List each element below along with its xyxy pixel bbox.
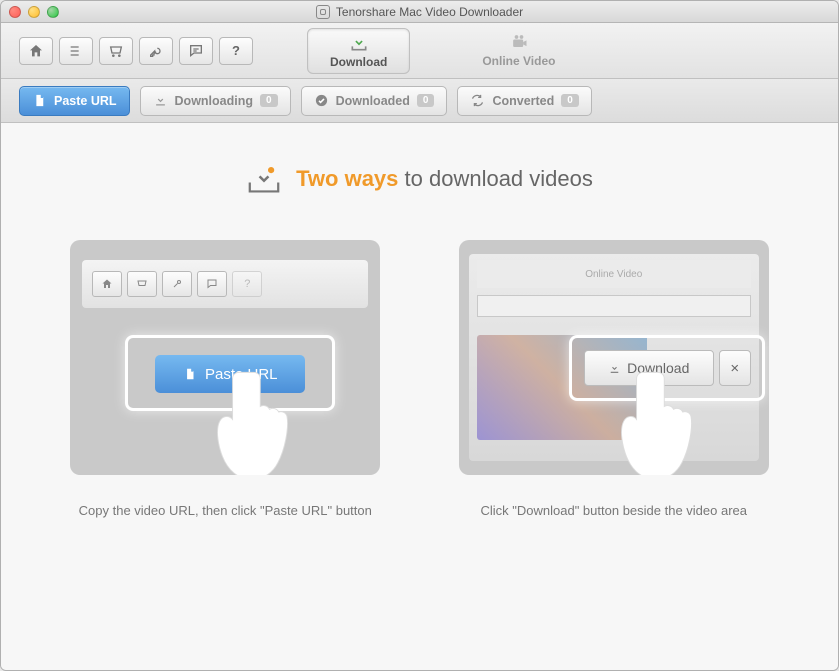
home-icon: [28, 43, 44, 59]
cards-row: ? Paste URL Copy the video URL, then cli…: [61, 240, 778, 518]
download-tab-icon: [348, 33, 370, 53]
toolbar: ? Download Online Video: [1, 23, 838, 79]
hand-pointer-icon: [210, 365, 305, 475]
headline-area: Two ways to download videos: [61, 163, 778, 195]
card-right-column: Online Video Download ×: [450, 240, 779, 518]
content-area: Two ways to download videos ?: [1, 123, 838, 671]
camera-icon: [508, 32, 530, 52]
downloading-count: 0: [260, 94, 278, 107]
mini-key-icon: [162, 271, 192, 297]
card-left-column: ? Paste URL Copy the video URL, then cli…: [61, 240, 390, 518]
feedback-button[interactable]: [179, 37, 213, 65]
card-right-header-label: Online Video: [585, 269, 642, 280]
illustration-close-chip: ×: [719, 350, 751, 386]
cart-icon: [108, 43, 124, 59]
mini-help-icon: ?: [232, 271, 262, 297]
main-tabs: Download Online Video: [307, 28, 577, 74]
window-title: Tenorshare Mac Video Downloader: [336, 5, 523, 19]
paste-chip-icon: [183, 367, 197, 381]
downloading-label: Downloading: [175, 94, 253, 108]
help-button[interactable]: ?: [219, 37, 253, 65]
mini-home-icon: [92, 271, 122, 297]
convert-icon: [470, 93, 485, 108]
converted-filter[interactable]: Converted 0: [457, 86, 591, 116]
title-wrap: Tenorshare Mac Video Downloader: [1, 5, 838, 19]
list-button[interactable]: [59, 37, 93, 65]
card-right-caption: Click "Download" button beside the video…: [481, 503, 748, 518]
paste-url-button[interactable]: Paste URL: [19, 86, 130, 116]
filter-bar: Paste URL Downloading 0 Downloaded 0 Con…: [1, 79, 838, 123]
headline-orange: Two ways: [296, 166, 398, 191]
card-left-caption: Copy the video URL, then click "Paste UR…: [79, 503, 372, 518]
paste-icon: [32, 93, 47, 108]
close-x: ×: [730, 360, 739, 377]
tab-download[interactable]: Download: [307, 28, 410, 74]
downloaded-filter[interactable]: Downloaded 0: [301, 86, 448, 116]
downloaded-label: Downloaded: [336, 94, 410, 108]
downloading-filter[interactable]: Downloading 0: [140, 86, 291, 116]
app-window: Tenorshare Mac Video Downloader ?: [0, 0, 839, 671]
card-paste-url: ? Paste URL: [70, 240, 380, 475]
cart-button[interactable]: [99, 37, 133, 65]
converted-count: 0: [561, 94, 579, 107]
app-logo-icon: [316, 5, 330, 19]
headline-text: Two ways to download videos: [296, 166, 593, 192]
traffic-lights: [9, 6, 59, 18]
downloaded-count: 0: [417, 94, 435, 107]
converted-label: Converted: [492, 94, 554, 108]
mini-cart-icon: [127, 271, 157, 297]
zoom-window-button[interactable]: [47, 6, 59, 18]
paste-url-label: Paste URL: [54, 94, 117, 108]
check-icon: [314, 93, 329, 108]
tab-online-video-label: Online Video: [482, 54, 555, 68]
hand-pointer-icon: [614, 365, 709, 475]
list-icon: [68, 43, 84, 59]
downloading-icon: [153, 93, 168, 108]
headline-rest: to download videos: [398, 166, 592, 191]
titlebar: Tenorshare Mac Video Downloader: [1, 1, 838, 23]
key-icon: [148, 43, 164, 59]
speech-icon: [188, 43, 204, 59]
tab-download-label: Download: [330, 55, 387, 69]
mini-speech-icon: [197, 271, 227, 297]
card-right-urlbar-mock: [477, 295, 751, 317]
tab-online-video[interactable]: Online Video: [460, 28, 577, 74]
card-right-header-mock: Online Video: [477, 260, 751, 288]
close-window-button[interactable]: [9, 6, 21, 18]
minimize-window-button[interactable]: [28, 6, 40, 18]
key-button[interactable]: [139, 37, 173, 65]
help-icon: ?: [232, 43, 240, 58]
card-download: Online Video Download ×: [459, 240, 769, 475]
card-left-toolbar-mock: ?: [82, 260, 368, 308]
home-button[interactable]: [19, 37, 53, 65]
inbox-download-icon: [246, 163, 282, 195]
